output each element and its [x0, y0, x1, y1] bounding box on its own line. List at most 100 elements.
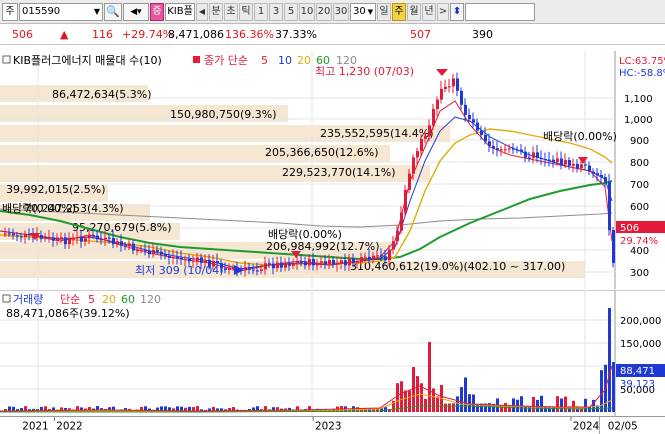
y-tick: 700: [630, 180, 649, 191]
candle: [568, 159, 571, 166]
candle: [256, 270, 259, 272]
chevron-down-icon[interactable]: ▼: [368, 4, 373, 20]
volume-bar: [396, 383, 399, 412]
candle: [400, 212, 403, 231]
candle: [296, 261, 299, 264]
period-second[interactable]: 초: [224, 2, 238, 21]
turnover-percent: 37.33%: [275, 28, 317, 41]
candle: [412, 157, 415, 174]
period-10[interactable]: 10: [299, 2, 315, 21]
speaker-button[interactable]: ◀▾: [123, 2, 149, 21]
candle: [472, 119, 475, 123]
candle: [416, 151, 419, 158]
market-select[interactable]: 주: [2, 2, 18, 21]
candle: [128, 243, 131, 247]
candle: [576, 163, 579, 169]
candle: [100, 239, 103, 241]
candle: [152, 250, 155, 255]
period-label: 20: [317, 5, 331, 17]
margin-badge[interactable]: 증: [150, 2, 164, 21]
candle: [148, 251, 151, 255]
volume-bar: [520, 396, 523, 412]
candle: [64, 237, 67, 245]
current-price: 506: [12, 28, 33, 41]
candle: [464, 104, 467, 115]
candle: [60, 237, 63, 239]
candle: [48, 237, 51, 239]
arrow-left-icon: ◀: [198, 6, 206, 16]
volume-bar: [464, 377, 467, 412]
unit-month[interactable]: 월: [407, 2, 421, 21]
period-3[interactable]: 3: [269, 2, 283, 21]
price-chart[interactable]: 86,472,634(5.3%) 150,980,750(9.3%) 235,5…: [0, 51, 665, 289]
date-label-2024: 2024: [573, 420, 600, 432]
period-tick[interactable]: 틱: [239, 2, 253, 21]
candle: [284, 264, 287, 268]
candle: [404, 190, 407, 213]
toolbar: 주 015590 ▼ 🔍 ◀▾ 증 KIB플 ◀ 분 초 틱 1 3 5 10 …: [0, 0, 665, 24]
volume-bar: [608, 308, 611, 412]
candle: [12, 233, 15, 236]
candle: [484, 135, 487, 142]
period-select[interactable]: 30 ▼: [350, 2, 376, 21]
candle: [156, 250, 159, 252]
volume-bar: [424, 398, 427, 412]
period-5[interactable]: 5: [284, 2, 298, 21]
period-label: 1: [257, 5, 265, 17]
candle: [176, 257, 179, 259]
chevron-down-icon[interactable]: ▼: [94, 4, 100, 20]
updown-button[interactable]: ⬍: [450, 2, 464, 21]
vol-ma-period-60: 60: [121, 293, 135, 306]
candle: [352, 258, 355, 263]
volume-bar: [400, 381, 403, 412]
candle: [76, 237, 79, 239]
volume-chart[interactable]: 거래량 단순 5 20 60 120 88,471,086주(39.12%) 2…: [0, 290, 665, 416]
unit-year[interactable]: 년: [422, 2, 436, 21]
candle: [460, 90, 463, 105]
next-button[interactable]: >: [437, 2, 449, 21]
speaker-icon: ◀▾: [130, 6, 142, 17]
period-1[interactable]: 1: [254, 2, 268, 21]
candle: [140, 250, 143, 252]
candle: [524, 151, 527, 158]
candle: [420, 138, 423, 152]
dividend-annotation-3: 배당락(0.00%): [2, 202, 76, 215]
candle: [92, 234, 95, 236]
prev-arrow-button[interactable]: ◀: [196, 2, 208, 21]
candle: [108, 237, 111, 239]
y-tick: 600: [630, 202, 649, 213]
candle: [288, 264, 291, 266]
extra-input[interactable]: [465, 2, 535, 21]
period-minute[interactable]: 분: [209, 2, 223, 21]
vol-ma-period-20: 20: [102, 293, 116, 306]
period-20[interactable]: 20: [316, 2, 332, 21]
unit-day[interactable]: 일: [377, 2, 391, 21]
vp-label-5: 39,992,015(2.5%): [6, 183, 106, 196]
candle: [356, 262, 359, 264]
stock-name-field[interactable]: KIB플: [165, 2, 195, 21]
unit-week[interactable]: 주: [392, 2, 406, 21]
candle: [116, 241, 119, 245]
candle: [560, 158, 563, 165]
vp-label-3: 205,366,650(12.6%): [265, 146, 379, 159]
candle: [384, 256, 387, 261]
vp-label-8: 206,984,992(12.7%): [266, 240, 380, 253]
volume-bar: [384, 407, 387, 412]
y-tick: 400: [630, 246, 649, 257]
period-30[interactable]: 30: [333, 2, 349, 21]
date-axis: 2021 2022 2023 2024 02/05: [0, 416, 665, 434]
candle: [496, 148, 499, 150]
candle: [452, 78, 455, 87]
candle: [468, 114, 471, 120]
change-amount: 116: [92, 28, 113, 41]
vol-current-tag2: 39,123: [620, 379, 655, 390]
period-label: 틱: [241, 5, 251, 17]
candle: [508, 148, 511, 150]
code-input[interactable]: 015590 ▼: [19, 2, 103, 21]
ma-period-120: 120: [336, 54, 357, 67]
candle: [424, 135, 427, 139]
search-icon: 🔍: [106, 4, 120, 18]
candle: [40, 235, 43, 239]
volume-bar: [572, 400, 575, 412]
search-button[interactable]: 🔍: [104, 2, 122, 21]
